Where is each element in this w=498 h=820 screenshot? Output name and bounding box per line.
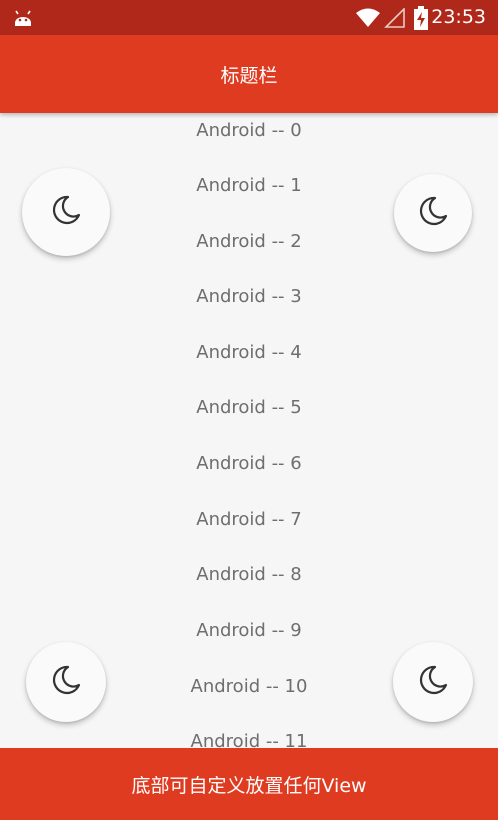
moon-icon bbox=[49, 193, 83, 231]
moon-icon bbox=[416, 663, 450, 701]
moon-icon bbox=[416, 194, 450, 232]
battery-charging-icon bbox=[413, 6, 429, 30]
bottom-bar: 底部可自定义放置任何View bbox=[0, 748, 498, 820]
list-item-label: Android -- 5 bbox=[196, 396, 302, 418]
list-item-label: Android -- 8 bbox=[196, 563, 302, 585]
wifi-icon bbox=[355, 8, 381, 28]
list-item-label: Android -- 11 bbox=[190, 730, 308, 749]
signal-icon bbox=[384, 7, 406, 28]
fab-top-right[interactable] bbox=[394, 174, 472, 252]
list-item[interactable]: Android -- 4 bbox=[0, 335, 498, 369]
list-item-label: Android -- 0 bbox=[196, 119, 302, 141]
list-item[interactable]: Android -- 0 bbox=[0, 113, 498, 147]
fab-bottom-right[interactable] bbox=[393, 642, 473, 722]
android-icon bbox=[12, 6, 34, 28]
fab-top-left[interactable] bbox=[22, 168, 110, 256]
list-item[interactable]: Android -- 9 bbox=[0, 613, 498, 647]
list-item-label: Android -- 9 bbox=[196, 619, 302, 641]
bottom-bar-text: 底部可自定义放置任何View bbox=[131, 774, 367, 797]
list-item-label: Android -- 10 bbox=[190, 675, 308, 697]
list-item[interactable]: Android -- 7 bbox=[0, 502, 498, 536]
page-title: 标题栏 bbox=[220, 64, 278, 87]
list-item-label: Android -- 7 bbox=[196, 508, 302, 530]
list-item-label: Android -- 1 bbox=[196, 174, 302, 196]
list-item-label: Android -- 2 bbox=[196, 230, 302, 252]
list-item[interactable]: Android -- 6 bbox=[0, 446, 498, 480]
moon-icon bbox=[49, 663, 83, 701]
list-item[interactable]: Android -- 8 bbox=[0, 557, 498, 591]
status-time: 23:53 bbox=[431, 6, 486, 28]
status-bar: 23:53 bbox=[0, 0, 498, 35]
list-item-label: Android -- 6 bbox=[196, 452, 302, 474]
list-item[interactable]: Android -- 11 bbox=[0, 724, 498, 749]
list-item[interactable]: Android -- 5 bbox=[0, 390, 498, 424]
list-item-label: Android -- 4 bbox=[196, 341, 302, 363]
list-item[interactable]: Android -- 3 bbox=[0, 279, 498, 313]
title-bar: 标题栏 bbox=[0, 35, 498, 113]
fab-bottom-left[interactable] bbox=[26, 642, 106, 722]
list-item-label: Android -- 3 bbox=[196, 285, 302, 307]
